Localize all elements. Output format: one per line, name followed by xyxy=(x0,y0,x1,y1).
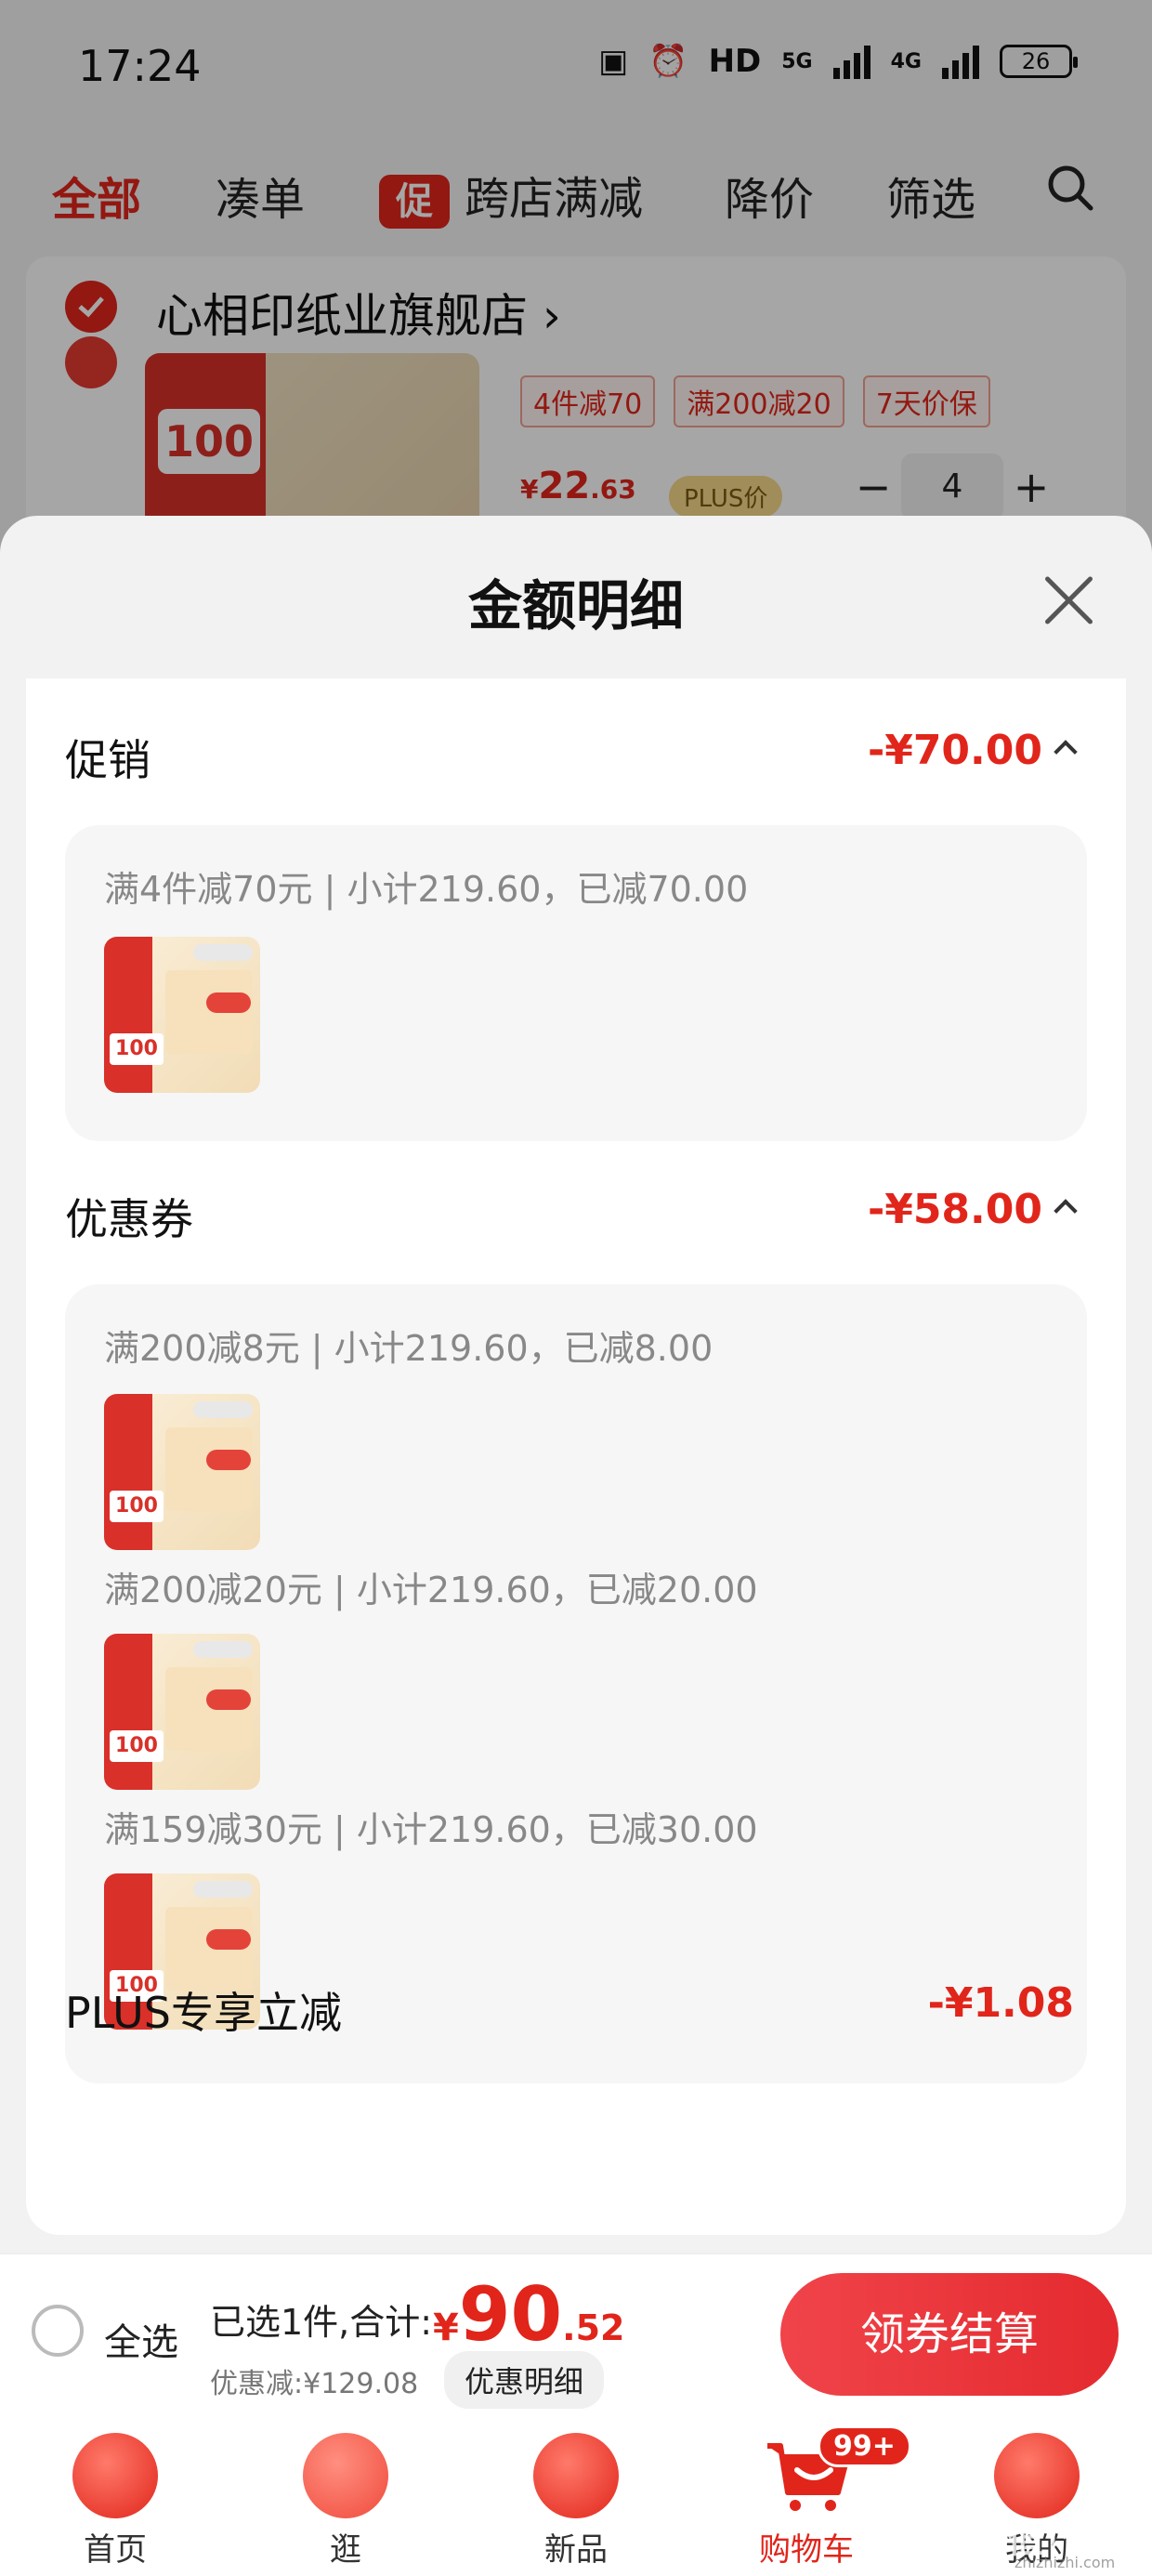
thumbnail-badge: 100 xyxy=(110,1033,164,1065)
select-all-radio[interactable] xyxy=(32,2305,84,2357)
close-button[interactable] xyxy=(1037,568,1102,633)
browse-icon xyxy=(303,2433,388,2518)
coupon-amount[interactable]: -¥58.00 xyxy=(868,1186,1078,1233)
plus-discount-amount: -¥1.08 xyxy=(927,1979,1074,2027)
coupon-box: 满200减8元 | 小计219.60，已减8.00 100 满200减20元 |… xyxy=(65,1284,1087,2083)
product-thumbnail[interactable]: 100 xyxy=(104,937,260,1093)
watermark-url: zhizhizhi.com xyxy=(1015,2554,1116,2571)
detail-panel: 促销 -¥70.00 满4件减70元 | 小计219.60，已减70.00 10… xyxy=(26,678,1126,2235)
promotion-line: 满4件减70元 | 小计219.60，已减70.00 xyxy=(104,869,749,910)
tab-browse[interactable]: 逛 xyxy=(271,2414,420,2576)
plus-discount-title: PLUS专享立减 xyxy=(65,1988,342,2038)
tab-browse-label: 逛 xyxy=(330,2531,361,2569)
profile-icon xyxy=(994,2433,1080,2518)
coupon-title: 优惠券 xyxy=(65,1194,193,1244)
promotion-title: 促销 xyxy=(65,735,151,785)
sheet-title: 金额明细 xyxy=(467,574,684,637)
tab-new-label: 新品 xyxy=(544,2531,608,2569)
discount-detail-button[interactable]: 优惠明细 xyxy=(444,2351,605,2409)
chevron-up-icon xyxy=(1054,740,1078,764)
bottom-tab-bar: 首页 逛 新品 购物车 99+ 我的 值|值|值 zhizhizhi.com xyxy=(0,2414,1152,2576)
promotion-amount[interactable]: -¥70.00 xyxy=(868,727,1078,774)
tab-home[interactable]: 首页 xyxy=(41,2414,190,2576)
coupon-line: 满200减20元 | 小计219.60，已减20.00 xyxy=(104,1570,758,1610)
tab-new[interactable]: 新品 xyxy=(502,2414,650,2576)
checkout-bar: 全选 已选1件,合计: ¥90.52 优惠减:¥129.08 优惠明细 领券结算 xyxy=(0,2253,1152,2414)
cart-count-badge: 99+ xyxy=(818,2425,911,2467)
total-price: ¥90.52 xyxy=(433,2271,625,2358)
coupon-line: 满200减8元 | 小计219.60，已减8.00 xyxy=(104,1328,713,1369)
tab-home-label: 首页 xyxy=(84,2531,147,2569)
product-thumbnail[interactable]: 100 xyxy=(104,1394,260,1550)
new-products-icon xyxy=(533,2433,619,2518)
discount-summary: 优惠减:¥129.08 xyxy=(210,2368,419,2400)
selected-summary: 已选1件,合计: xyxy=(210,2302,433,2343)
promotion-box: 满4件减70元 | 小计219.60，已减70.00 100 xyxy=(65,825,1087,1141)
checkout-button[interactable]: 领券结算 xyxy=(780,2273,1119,2396)
tab-cart-label: 购物车 xyxy=(759,2531,854,2569)
select-all-label[interactable]: 全选 xyxy=(104,2312,178,2366)
thumbnail-badge: 100 xyxy=(110,1491,164,1522)
product-thumbnail[interactable]: 100 xyxy=(104,1634,260,1790)
coupon-line: 满159减30元 | 小计219.60，已减30.00 xyxy=(104,1809,758,1850)
home-icon xyxy=(72,2433,158,2518)
chevron-up-icon xyxy=(1054,1199,1078,1223)
thumbnail-badge: 100 xyxy=(110,1730,164,1762)
